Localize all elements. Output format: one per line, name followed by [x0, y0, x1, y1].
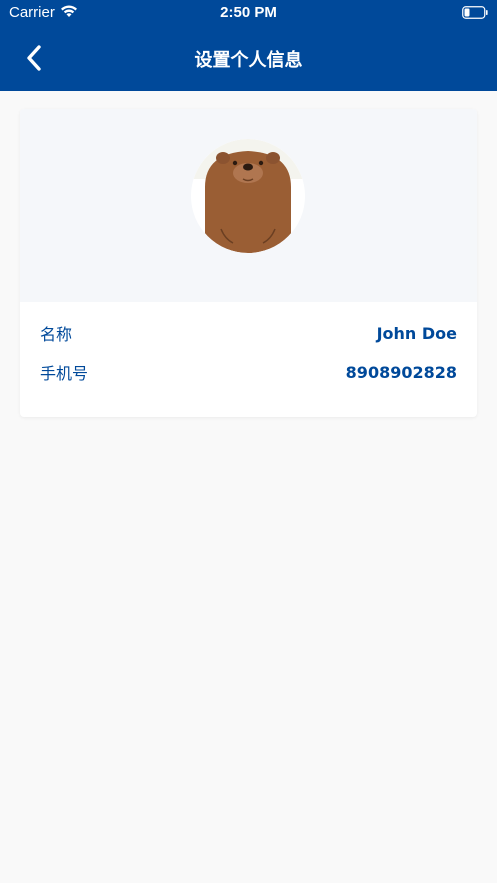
status-bar: Carrier 2:50 PM	[0, 0, 497, 26]
status-time: 2:50 PM	[220, 4, 277, 21]
phone-row[interactable]: 手机号 8908902828	[40, 358, 457, 386]
nav-bar: 设置个人信息	[0, 26, 497, 91]
name-label: 名称	[40, 325, 73, 344]
profile-card: 名称 John Doe 手机号 8908902828	[20, 109, 477, 417]
bear-avatar-icon	[191, 139, 305, 253]
avatar[interactable]	[191, 139, 305, 253]
phone-value: 8908902828	[345, 362, 457, 382]
phone-label: 手机号	[40, 364, 89, 383]
avatar-section	[20, 109, 477, 302]
name-value: John Doe	[376, 323, 457, 343]
page-title: 设置个人信息	[194, 50, 303, 71]
name-row[interactable]: 名称 John Doe	[40, 319, 457, 347]
battery-icon	[462, 6, 488, 19]
